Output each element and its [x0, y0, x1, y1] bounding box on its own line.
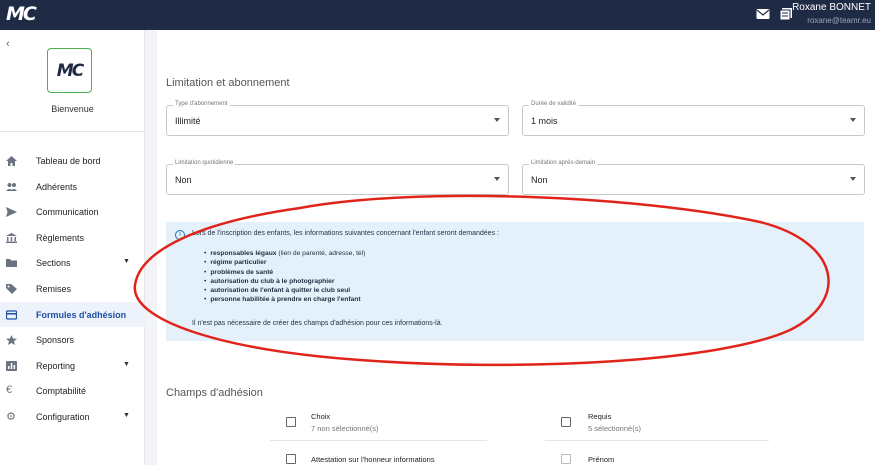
bank-icon	[6, 232, 17, 243]
sidebar-item-comptabilite[interactable]: € Comptabilité	[0, 378, 145, 404]
chevron-down-icon[interactable]: ▼	[123, 412, 130, 419]
divider	[270, 440, 487, 441]
list-item: régime particulier	[204, 258, 365, 267]
list-item: responsables légaux (lien de parenté, ad…	[204, 249, 365, 258]
dropdown-arrow-icon	[850, 118, 856, 122]
star-icon	[6, 335, 17, 346]
user-name[interactable]: Roxane BONNET	[792, 2, 871, 13]
sidebar-item-label: Reporting	[36, 360, 76, 371]
limitation-section-title: Limitation et abonnement	[166, 77, 290, 89]
duree-validite-select[interactable]: Durée de validité 1 mois	[522, 101, 865, 136]
prenom-checkbox[interactable]	[561, 454, 571, 464]
type-abonnement-select[interactable]: Type d'abonnement Illimité	[166, 101, 509, 136]
mail-icon[interactable]	[756, 8, 770, 20]
list-item: problèmes de santé	[204, 268, 365, 277]
requis-count: 5 sélectionné(s)	[588, 424, 641, 433]
dropdown-arrow-icon	[494, 118, 500, 122]
sidebar-item-label: Sponsors	[36, 335, 75, 346]
dropdown-arrow-icon	[494, 177, 500, 181]
champs-section-title: Champs d'adhésion	[166, 387, 263, 399]
sidebar-item-label: Remises	[36, 283, 72, 294]
limitation-quotidienne-value: Non	[175, 175, 192, 185]
requis-label: Requis	[588, 412, 612, 421]
sidebar-item-remises[interactable]: Remises	[0, 276, 145, 302]
duree-validite-value: 1 mois	[531, 116, 558, 126]
collapse-sidebar-icon[interactable]: ‹	[6, 38, 10, 50]
list-item: personne habilitée à prendre en charge l…	[204, 295, 365, 304]
chevron-down-icon[interactable]: ▼	[123, 258, 130, 265]
gear-icon: ⚙	[6, 410, 16, 423]
info-list: responsables légaux (lien de parenté, ad…	[204, 249, 365, 305]
info-intro: Lors de l'inscription des enfants, les i…	[192, 230, 499, 237]
divider	[0, 131, 145, 132]
euro-icon: €	[6, 384, 13, 397]
limitation-quotidienne-label: Limitation quotidienne	[173, 160, 236, 166]
sidebar-item-label: Adhérents	[36, 181, 78, 192]
limitation-apres-demain-label: Limitation après-demain	[529, 160, 598, 166]
sidebar-item-tableau-de-bord[interactable]: Tableau de bord	[0, 148, 145, 174]
top-bar: MC Roxane BONNET roxane@teamr.eu	[0, 0, 875, 30]
list-item[interactable]: Attestation sur l'honneur informations	[311, 455, 435, 464]
dropdown-arrow-icon	[850, 177, 856, 181]
sidebar: ‹ MC Bienvenue Tableau de bord Adhérents…	[0, 30, 145, 465]
chevron-down-icon[interactable]: ▼	[123, 361, 130, 368]
sidebar-item-label: Formules d'adhésion	[36, 309, 127, 320]
card-icon	[6, 309, 17, 320]
limitation-apres-demain-select[interactable]: Limitation après-demain Non	[522, 160, 865, 195]
club-logo-text: MC	[56, 60, 84, 81]
select-all-choix-checkbox[interactable]	[286, 417, 296, 427]
folder-icon	[6, 259, 17, 268]
info-icon: i	[175, 230, 185, 240]
send-icon	[6, 207, 17, 218]
duree-validite-label: Durée de validité	[529, 101, 579, 107]
app-logo[interactable]: MC	[6, 3, 37, 25]
sidebar-item-label: Configuration	[36, 411, 90, 422]
sidebar-nav: Tableau de bord Adhérents Communication …	[0, 148, 145, 430]
welcome-text: Bienvenue	[51, 104, 94, 114]
club-logo: MC	[47, 48, 92, 93]
type-abonnement-value: Illimité	[175, 116, 201, 126]
choix-label: Choix	[311, 412, 331, 421]
sidebar-item-label: Tableau de bord	[36, 156, 101, 166]
list-item[interactable]: Prénom	[588, 455, 614, 464]
divider	[545, 440, 769, 441]
sidebar-item-adherents[interactable]: Adhérents	[0, 174, 145, 200]
sidebar-item-label: Règlements	[36, 232, 85, 243]
sidebar-item-reglements[interactable]: Règlements	[0, 225, 145, 251]
documents-icon[interactable]	[779, 8, 793, 20]
home-icon	[6, 156, 17, 166]
choix-count: 7 non sélectionné(s)	[311, 424, 379, 433]
people-icon	[6, 182, 17, 191]
sidebar-item-formules-adhesion[interactable]: Formules d'adhésion	[0, 301, 145, 328]
sidebar-item-label: Communication	[36, 207, 99, 218]
list-item: autorisation de l'enfant à quitter le cl…	[204, 286, 365, 295]
info-footer: Il n'est pas nécessaire de créer des cha…	[192, 320, 443, 327]
limitation-apres-demain-value: Non	[531, 175, 548, 185]
sidebar-item-sections[interactable]: Sections ▼	[0, 250, 145, 276]
sidebar-item-configuration[interactable]: ⚙ Configuration ▼	[0, 404, 145, 430]
main-content: Limitation et abonnement Type d'abonneme…	[157, 30, 875, 465]
list-item: autorisation du club à le photographier	[204, 277, 365, 286]
sidebar-item-reporting[interactable]: Reporting ▼	[0, 353, 145, 379]
limitation-quotidienne-select[interactable]: Limitation quotidienne Non	[166, 160, 509, 195]
sidebar-item-communication[interactable]: Communication	[0, 199, 145, 225]
select-all-requis-checkbox[interactable]	[561, 417, 571, 427]
type-abonnement-label: Type d'abonnement	[173, 101, 230, 107]
attestation-checkbox[interactable]	[286, 454, 296, 464]
sidebar-item-label: Comptabilité	[36, 386, 87, 397]
chart-icon	[6, 360, 17, 371]
user-email: roxane@teamr.eu	[807, 16, 871, 25]
sidebar-item-label: Sections	[36, 258, 71, 269]
tag-icon	[6, 283, 17, 294]
sidebar-item-sponsors[interactable]: Sponsors	[0, 327, 145, 353]
info-box: i Lors de l'inscription des enfants, les…	[166, 222, 864, 341]
